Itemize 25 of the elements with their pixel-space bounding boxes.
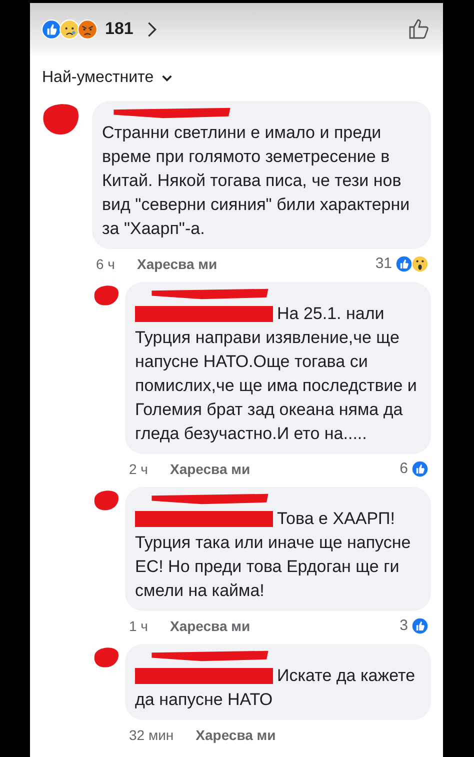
like-reaction-icon <box>395 255 413 273</box>
like-link[interactable]: Харесва ми <box>170 460 250 478</box>
reaction-count: 3 <box>400 617 408 635</box>
wow-reaction-icon <box>411 255 429 273</box>
comment-time: 2 ч <box>129 460 148 478</box>
like-reaction-icon <box>411 617 429 635</box>
redaction-mark <box>40 101 80 137</box>
chevron-right-icon[interactable] <box>147 20 158 38</box>
thumbs-up-icon[interactable] <box>407 17 431 41</box>
angry-reaction-icon <box>77 18 98 40</box>
chevron-down-icon <box>162 74 172 82</box>
like-reaction-icon <box>411 460 429 478</box>
comment-time: 1 ч <box>129 617 148 635</box>
reaction-count: 31 <box>375 255 392 273</box>
like-link[interactable]: Харесва ми <box>196 726 276 744</box>
sort-dropdown[interactable]: Най-уместните <box>30 55 184 95</box>
like-reaction-icon <box>41 18 62 40</box>
comment-text: Странни светлини е имало и преди време при голямото земетресение в Китай. Някой тогава писа, че тези нов вид "северни сияния" били характерни за "Хаарп"-а. <box>102 122 411 240</box>
reaction-count[interactable]: 181 <box>105 19 134 39</box>
like-link[interactable]: Харесва ми <box>136 255 218 273</box>
comment-time: 6 ч <box>96 255 115 273</box>
comment-time: 32 мин <box>129 726 174 744</box>
sad-reaction-icon <box>59 18 80 40</box>
reaction-count: 6 <box>400 460 408 478</box>
like-link[interactable]: Харесва ми <box>170 617 250 635</box>
